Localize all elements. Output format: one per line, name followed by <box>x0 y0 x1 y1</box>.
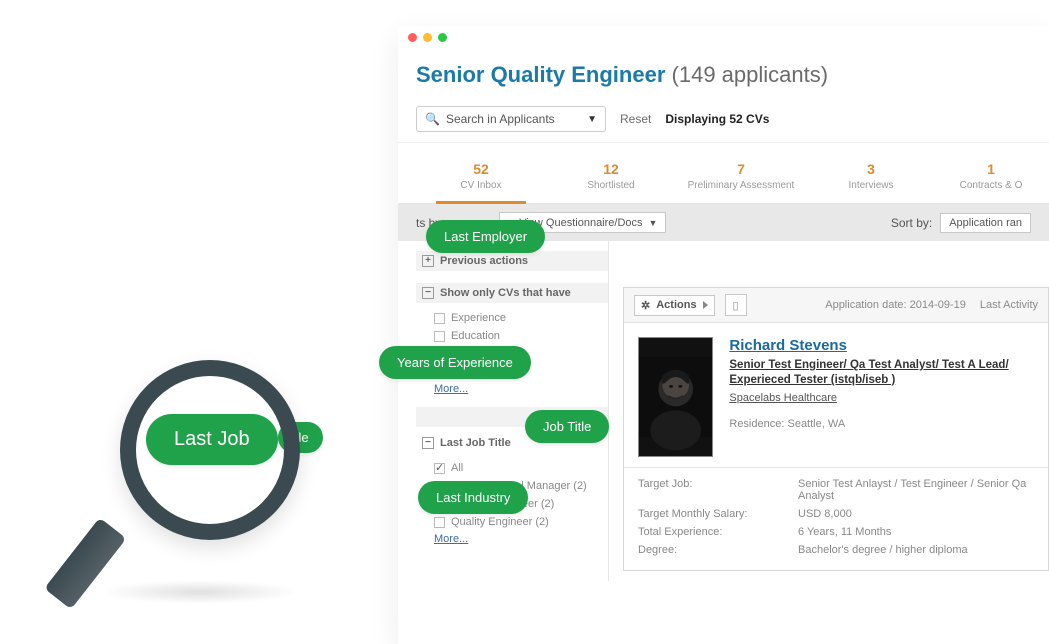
page-title: Senior Quality Engineer <box>416 62 665 87</box>
chk-label: All <box>451 462 463 474</box>
stage-label: Preliminary Assessment <box>676 180 806 191</box>
candidate-name[interactable]: Richard Stevens <box>729 337 1034 354</box>
target-job-value: Senior Test Anlayst / Test Engineer / Se… <box>798 478 1034 502</box>
chk-label: Experience <box>451 312 506 324</box>
chk-quality-eng[interactable]: Quality Engineer (2) <box>416 513 608 531</box>
search-icon: 🔍 <box>425 112 440 126</box>
avatar <box>638 337 713 457</box>
stage-label: Contracts & O <box>936 180 1046 191</box>
document-button[interactable]: ▯ <box>725 294 747 316</box>
checkbox-icon <box>434 517 445 528</box>
document-icon: ▯ <box>733 299 739 312</box>
chevron-down-icon: ▼ <box>587 114 597 125</box>
chevron-down-icon: ▼ <box>649 218 658 228</box>
candidate-card: ✲ Actions ▯ Application date: 2014-09-19… <box>623 287 1049 571</box>
chk-label: Education <box>451 330 500 342</box>
stage-label: Interviews <box>806 180 936 191</box>
pill-last-job: Last Job <box>146 414 278 465</box>
stage-count: 12 <box>546 161 676 177</box>
candidate-headline[interactable]: Senior Test Engineer/ Qa Test Analyst/ T… <box>729 358 1034 388</box>
degree-value: Bachelor's degree / higher diploma <box>798 544 1034 556</box>
checkbox-icon <box>434 313 445 324</box>
card-meta: Application date: 2014-09-19 Last Activi… <box>825 299 1038 311</box>
sort-label: Sort by: <box>891 216 932 230</box>
magnifier-illustration <box>60 360 320 620</box>
side-head-label: Previous actions <box>440 255 528 267</box>
search-placeholder: Search in Applicants <box>446 112 555 126</box>
collapse-icon: − <box>422 437 434 449</box>
window-chrome <box>398 26 1049 48</box>
stage-label: Shortlisted <box>546 180 676 191</box>
applicant-count: (149 applicants) <box>672 62 829 87</box>
gear-icon: ✲ <box>641 299 650 312</box>
reset-button[interactable]: Reset <box>620 112 651 126</box>
avatar-image <box>639 338 712 456</box>
chk-all[interactable]: All <box>416 459 608 477</box>
stage-count: 1 <box>936 161 1046 177</box>
stage-count: 3 <box>806 161 936 177</box>
actions-label: Actions <box>656 299 696 311</box>
sort-row: Sort by: Application ran <box>891 213 1031 233</box>
stage-tabs: 52 CV Inbox 12 Shortlisted 7 Preliminary… <box>398 143 1049 204</box>
checkbox-icon <box>434 331 445 342</box>
dropdown-label: Application ran <box>949 217 1022 229</box>
salary-value: USD 8,000 <box>798 508 1034 520</box>
toolbar: 🔍 Search in Applicants ▼ Reset Displayin… <box>398 100 1049 143</box>
side-head-label: Last Job Title <box>440 437 511 449</box>
stage-count: 7 <box>676 161 806 177</box>
search-input[interactable]: 🔍 Search in Applicants ▼ <box>416 106 606 132</box>
pill-job-title: Job Title <box>525 410 609 443</box>
magnifier-shadow <box>100 580 300 604</box>
minimize-icon[interactable] <box>423 33 432 42</box>
content: ✲ Actions ▯ Application date: 2014-09-19… <box>608 241 1049 581</box>
salary-label: Target Monthly Salary: <box>638 508 798 520</box>
degree-label: Degree: <box>638 544 798 556</box>
app-window: Senior Quality Engineer (149 applicants)… <box>398 26 1049 644</box>
pill-last-industry: Last Industry <box>418 481 528 514</box>
stage-label: CV Inbox <box>416 180 546 191</box>
pill-last-employer: Last Employer <box>426 220 545 253</box>
more-link[interactable]: More... <box>416 533 468 545</box>
collapse-icon: − <box>422 287 434 299</box>
card-body: Richard Stevens Senior Test Engineer/ Qa… <box>624 323 1048 467</box>
chk-experience[interactable]: Experience <box>416 309 608 327</box>
displaying-count: Displaying 52 CVs <box>665 112 769 126</box>
main-area: + Previous actions − Show only CVs that … <box>398 241 1049 581</box>
expand-icon: + <box>422 255 434 267</box>
chevron-right-icon <box>703 301 708 309</box>
tab-cv-inbox[interactable]: 52 CV Inbox <box>416 153 546 203</box>
candidate-company[interactable]: Spacelabs Healthcare <box>729 392 837 404</box>
chk-education[interactable]: Education <box>416 327 608 345</box>
exp-value: 6 Years, 11 Months <box>798 526 1034 538</box>
tab-shortlisted[interactable]: 12 Shortlisted <box>546 153 676 203</box>
last-activity: Last Activity <box>980 299 1038 311</box>
candidate-residence: Residence: Seattle, WA <box>729 418 1034 430</box>
sidebar-previous-actions[interactable]: + Previous actions <box>416 251 608 271</box>
app-date: Application date: 2014-09-19 <box>825 299 966 311</box>
chk-label: Quality Engineer (2) <box>451 516 549 528</box>
target-job-label: Target Job: <box>638 478 798 502</box>
sidebar-show-only[interactable]: − Show only CVs that have <box>416 283 608 303</box>
stage-count: 52 <box>416 161 546 177</box>
tab-contracts[interactable]: 1 Contracts & O <box>936 153 1046 203</box>
close-icon[interactable] <box>408 33 417 42</box>
tab-preliminary[interactable]: 7 Preliminary Assessment <box>676 153 806 203</box>
pill-years-experience: Years of Experience <box>379 346 531 379</box>
card-info: Richard Stevens Senior Test Engineer/ Qa… <box>729 337 1034 457</box>
card-details: Target Job: Senior Test Anlayst / Test E… <box>624 467 1048 570</box>
page-title-row: Senior Quality Engineer (149 applicants) <box>398 48 1049 100</box>
card-head: ✲ Actions ▯ Application date: 2014-09-19… <box>624 288 1048 323</box>
actions-button[interactable]: ✲ Actions <box>634 295 715 316</box>
more-link[interactable]: More... <box>416 383 468 395</box>
sort-dropdown[interactable]: Application ran <box>940 213 1031 233</box>
side-head-label: Show only CVs that have <box>440 287 571 299</box>
checkbox-icon <box>434 463 445 474</box>
side-group-previous: + Previous actions <box>416 251 608 271</box>
exp-label: Total Experience: <box>638 526 798 538</box>
maximize-icon[interactable] <box>438 33 447 42</box>
tab-interviews[interactable]: 3 Interviews <box>806 153 936 203</box>
